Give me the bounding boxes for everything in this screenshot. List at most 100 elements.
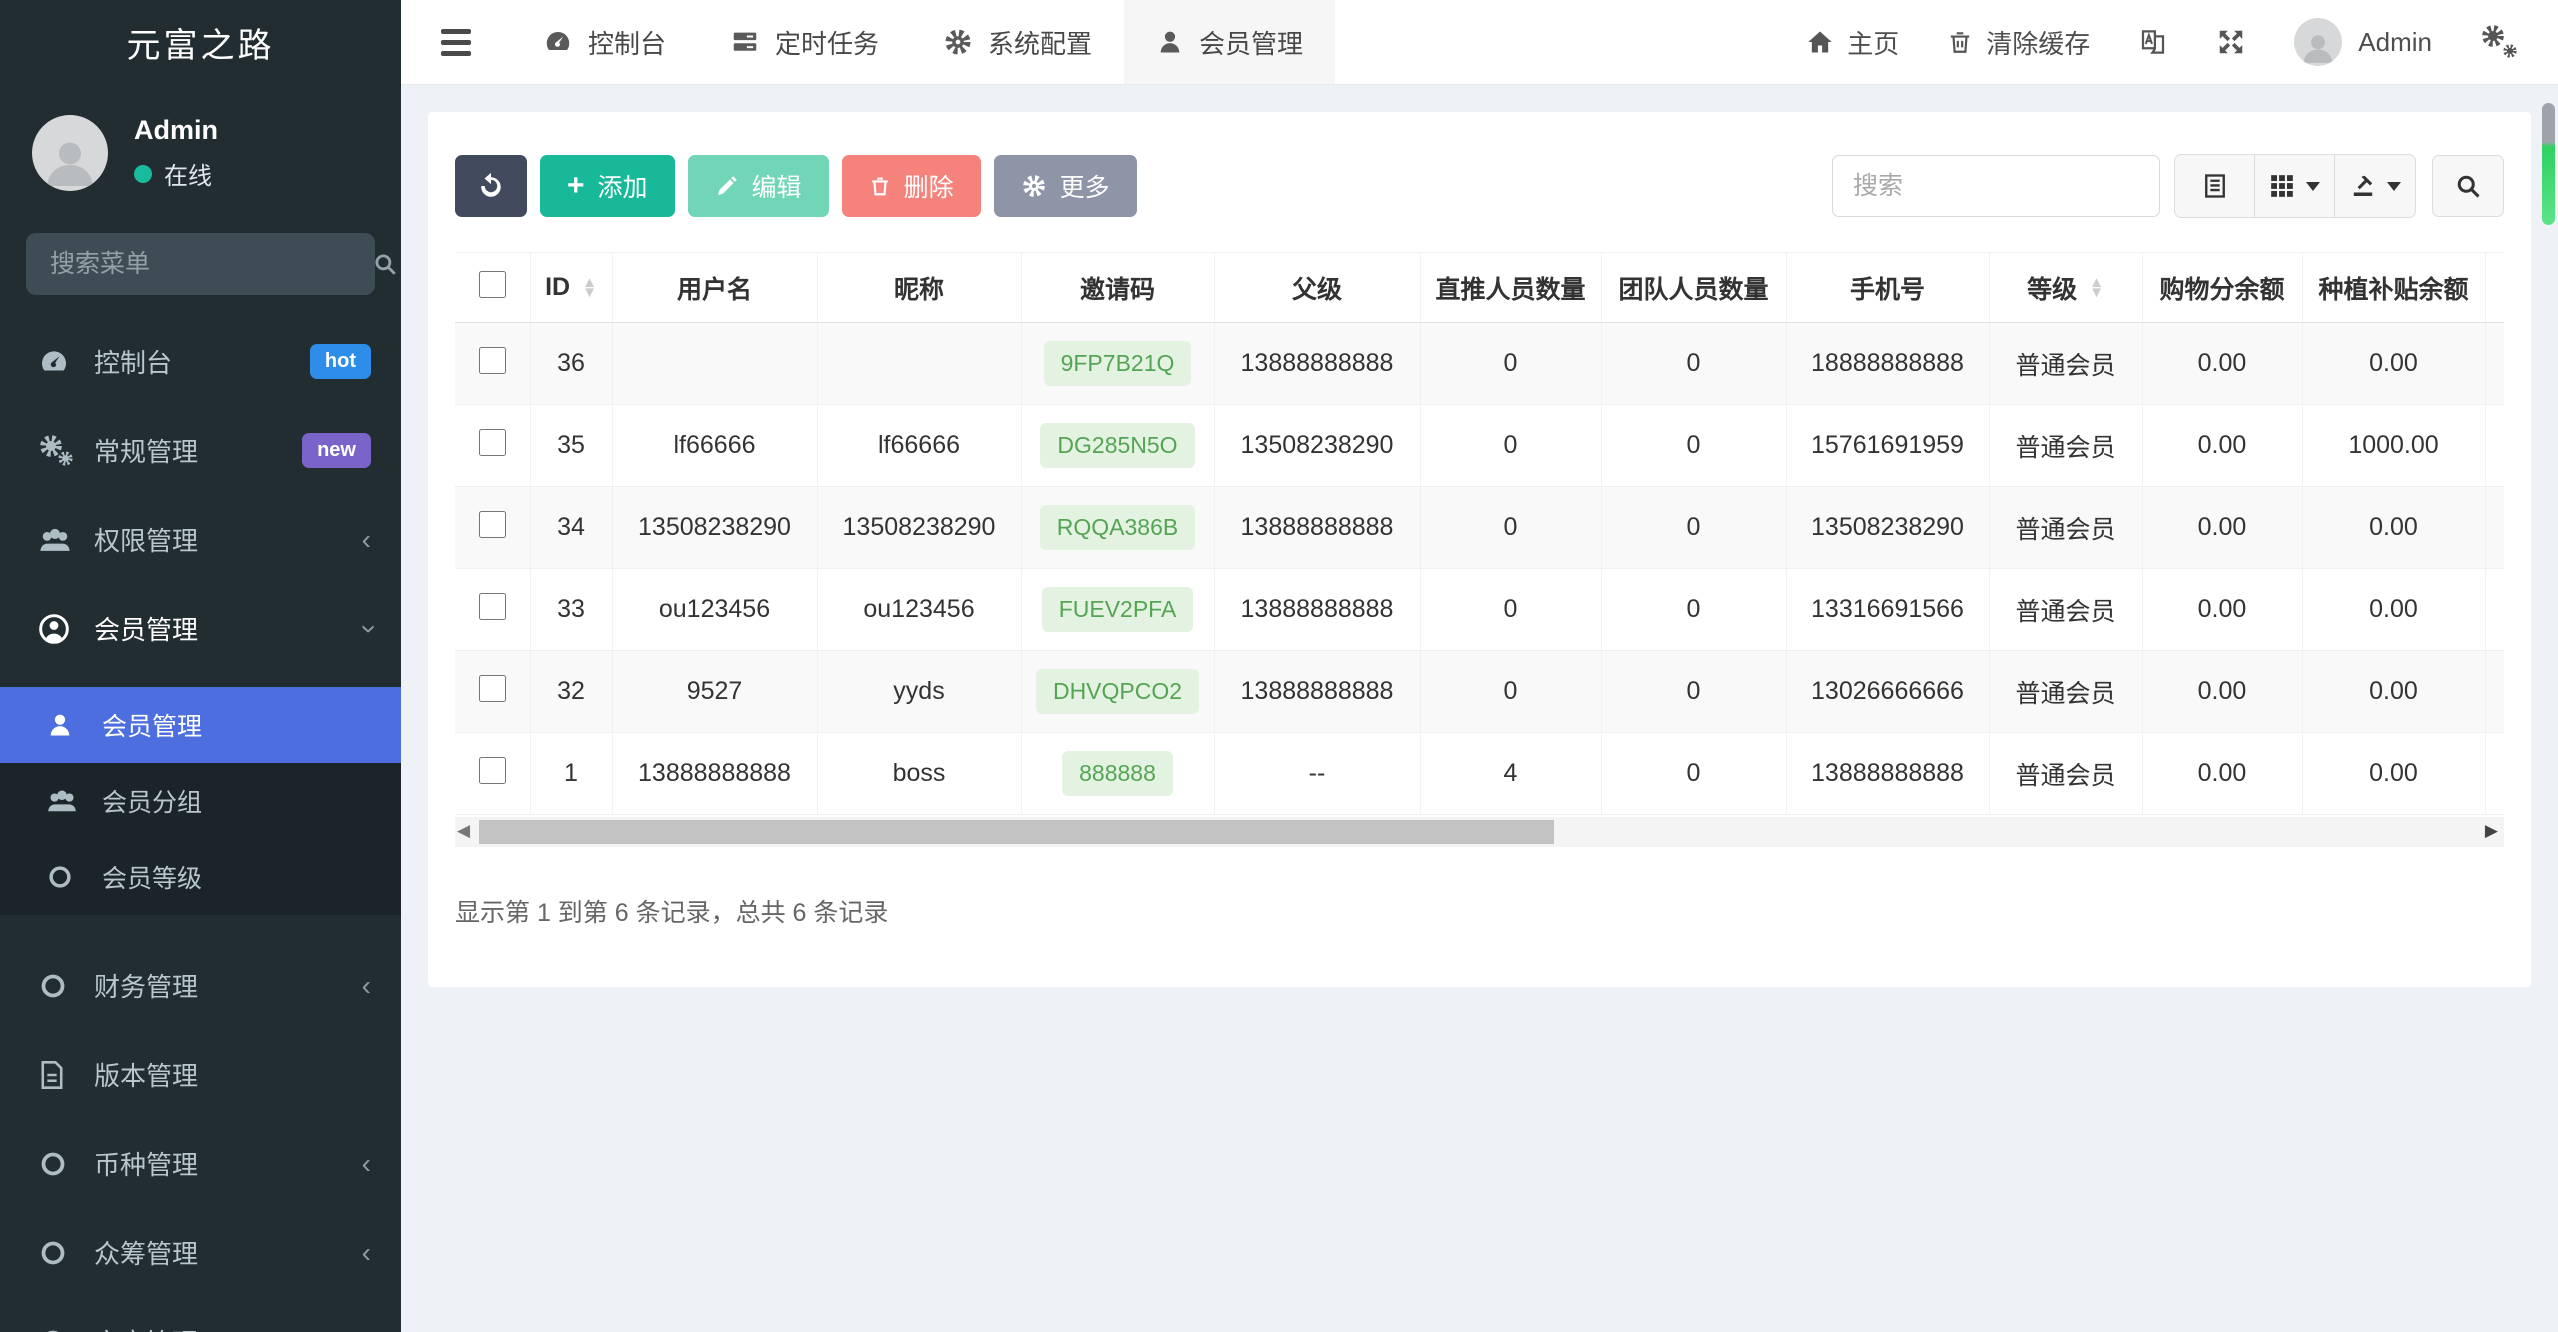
sidebar-item-finance[interactable]: 财务管理 ‹ <box>0 941 401 1030</box>
export-button[interactable] <box>2335 155 2415 217</box>
caret-down-icon <box>2306 181 2320 191</box>
scroll-right-arrow-icon[interactable]: ▶ <box>2485 821 2498 841</box>
sidebar-item-articles[interactable]: 文章管理 <box>0 1297 401 1332</box>
columns-toggle-button[interactable] <box>2255 155 2335 217</box>
col-label: 等级 <box>2027 275 2078 304</box>
search-icon[interactable] <box>372 251 398 277</box>
delete-button[interactable]: 删除 <box>841 155 981 217</box>
tab-member-manage[interactable]: 会员管理 <box>1124 0 1336 84</box>
view-options-group <box>2174 154 2416 218</box>
select-all-checkbox[interactable] <box>478 270 506 298</box>
fullscreen-icon[interactable] <box>2216 27 2246 57</box>
search-button[interactable] <box>2432 155 2504 217</box>
submenu-item-member-manage[interactable]: 会员管理 <box>0 687 401 763</box>
horizontal-scrollbar-thumb[interactable] <box>479 820 1554 844</box>
menu-search-input[interactable] <box>50 249 372 279</box>
horizontal-scrollbar[interactable]: ◀ ▶ <box>455 817 2504 847</box>
online-dot <box>134 164 152 183</box>
row-checkbox[interactable] <box>478 592 506 620</box>
cell-nickname: yyds <box>817 650 1022 733</box>
table-row: 36 9FP7B21Q 13888888888 0 0 18888888888 普通会员 0.… <box>455 322 2504 405</box>
row-checkbox[interactable] <box>478 346 506 374</box>
add-button[interactable]: + 添加 <box>540 155 675 217</box>
top-navbar: 控制台 定时任务 系统配置 会员管理 主页 清除缓存 Admin <box>401 0 2558 85</box>
tab-label: 会员管理 <box>1199 28 1304 59</box>
sidebar-item-console[interactable]: 控制台 hot <box>0 317 401 406</box>
sidebar-user-panel: Admin 在线 <box>0 85 401 203</box>
vertical-scrollbar-thumb[interactable] <box>2542 103 2555 225</box>
row-checkbox[interactable] <box>478 674 506 702</box>
add-label: 添加 <box>597 174 648 202</box>
col-username: 用户名 <box>612 252 818 323</box>
navbar-user-menu[interactable]: Admin <box>2294 18 2432 66</box>
tab-label: 定时任务 <box>775 28 880 59</box>
cell-phone: 13508238290 <box>1786 486 1990 569</box>
table-search-input[interactable] <box>1832 155 2160 217</box>
hamburger-menu-icon[interactable] <box>401 0 511 84</box>
col-level[interactable]: 等级 ▲ ▼ <box>1989 252 2143 323</box>
cell-team: 0 <box>1601 732 1787 815</box>
cell-filler <box>2485 568 2504 651</box>
cell-direct: 0 <box>1420 650 1602 733</box>
cell-invite: 9FP7B21Q <box>1021 322 1215 405</box>
select-all-header <box>455 252 531 323</box>
detail-view-button[interactable] <box>2175 155 2255 217</box>
table-row: 1 13888888888 boss 888888 -- 4 0 13888888888 普通会… <box>455 732 2504 815</box>
caret-down-icon <box>2386 181 2401 191</box>
sidebar-item-general[interactable]: 常规管理 new <box>0 406 401 495</box>
submenu-item-member-levels[interactable]: 会员等级 <box>0 839 401 915</box>
sidebar-item-members[interactable]: 会员管理 ‹ <box>0 584 401 673</box>
scroll-left-arrow-icon[interactable]: ◀ <box>457 821 470 841</box>
cell-plant: 0.00 <box>2302 650 2486 733</box>
chevron-down-icon: ‹ <box>350 623 382 634</box>
col-id[interactable]: ID ▲ ▼ <box>530 252 613 323</box>
row-checkbox[interactable] <box>478 756 506 784</box>
row-checkbox[interactable] <box>478 510 506 538</box>
col-label: ID <box>545 273 571 301</box>
submenu-item-member-groups[interactable]: 会员分组 <box>0 763 401 839</box>
refresh-button[interactable] <box>455 155 527 217</box>
table-row: 32 9527 yyds DHVQPCO2 13888888888 0 0 130266666… <box>455 650 2504 733</box>
edit-button[interactable]: 编辑 <box>687 155 829 217</box>
gears-icon[interactable] <box>2480 23 2520 61</box>
translate-icon[interactable] <box>2138 27 2168 57</box>
tab-console[interactable]: 控制台 <box>511 0 698 84</box>
sidebar-item-label: 文章管理 <box>94 1323 198 1332</box>
col-direct-count: 直推人员数量 <box>1420 252 1602 323</box>
user-name: Admin <box>134 115 218 145</box>
sidebar-item-permissions[interactable]: 权限管理 ‹ <box>0 495 401 584</box>
tab-label: 系统配置 <box>988 28 1093 59</box>
sort-icon[interactable]: ▲ ▼ <box>2089 275 2104 300</box>
row-checkbox[interactable] <box>478 428 506 456</box>
cell-username: lf66666 <box>612 404 818 487</box>
sidebar-item-crowdfunding[interactable]: 众筹管理 ‹ <box>0 1208 401 1297</box>
tab-system-config[interactable]: 系统配置 <box>911 0 1124 84</box>
more-button[interactable]: 更多 <box>993 155 1137 217</box>
cell-direct: 4 <box>1420 732 1602 815</box>
cell-username: 13508238290 <box>612 486 818 569</box>
home-link[interactable]: 主页 <box>1806 24 1899 61</box>
cell-level: 普通会员 <box>1989 322 2143 405</box>
sidebar-item-currency[interactable]: 币种管理 ‹ <box>0 1119 401 1208</box>
invite-code-badge: 9FP7B21Q <box>1043 341 1192 386</box>
member-table: ID ▲ ▼ 用户名 昵称 邀请码 父级 直推人员数量 团队人员数量 手机号 等级 ▲… <box>455 252 2504 815</box>
col-shopping-balance: 购物分余额 <box>2142 252 2303 323</box>
circle-icon <box>38 971 94 1001</box>
user-meta: Admin 在线 <box>134 115 218 191</box>
sort-icon[interactable]: ▲ ▼ <box>582 275 597 300</box>
sidebar-item-versions[interactable]: 版本管理 <box>0 1030 401 1119</box>
cell-parent: 13888888888 <box>1214 650 1421 733</box>
cell-checkbox <box>455 486 531 569</box>
sidebar-item-label: 众筹管理 <box>94 1239 199 1269</box>
sidebar-item-label: 财务管理 <box>94 972 199 1002</box>
clear-cache-link[interactable]: 清除缓存 <box>1947 24 2090 61</box>
hot-badge: hot <box>309 344 371 379</box>
cell-checkbox <box>455 322 531 405</box>
sidebar-item-label: 版本管理 <box>94 1061 199 1091</box>
tab-scheduled-tasks[interactable]: 定时任务 <box>698 0 911 84</box>
refresh-icon <box>476 171 506 201</box>
member-table-body: 36 9FP7B21Q 13888888888 0 0 18888888888 普通会员 0.… <box>455 322 2504 815</box>
cell-invite: RQQA386B <box>1021 486 1215 569</box>
cell-shop: 0.00 <box>2142 650 2303 733</box>
cell-shop: 0.00 <box>2142 568 2303 651</box>
